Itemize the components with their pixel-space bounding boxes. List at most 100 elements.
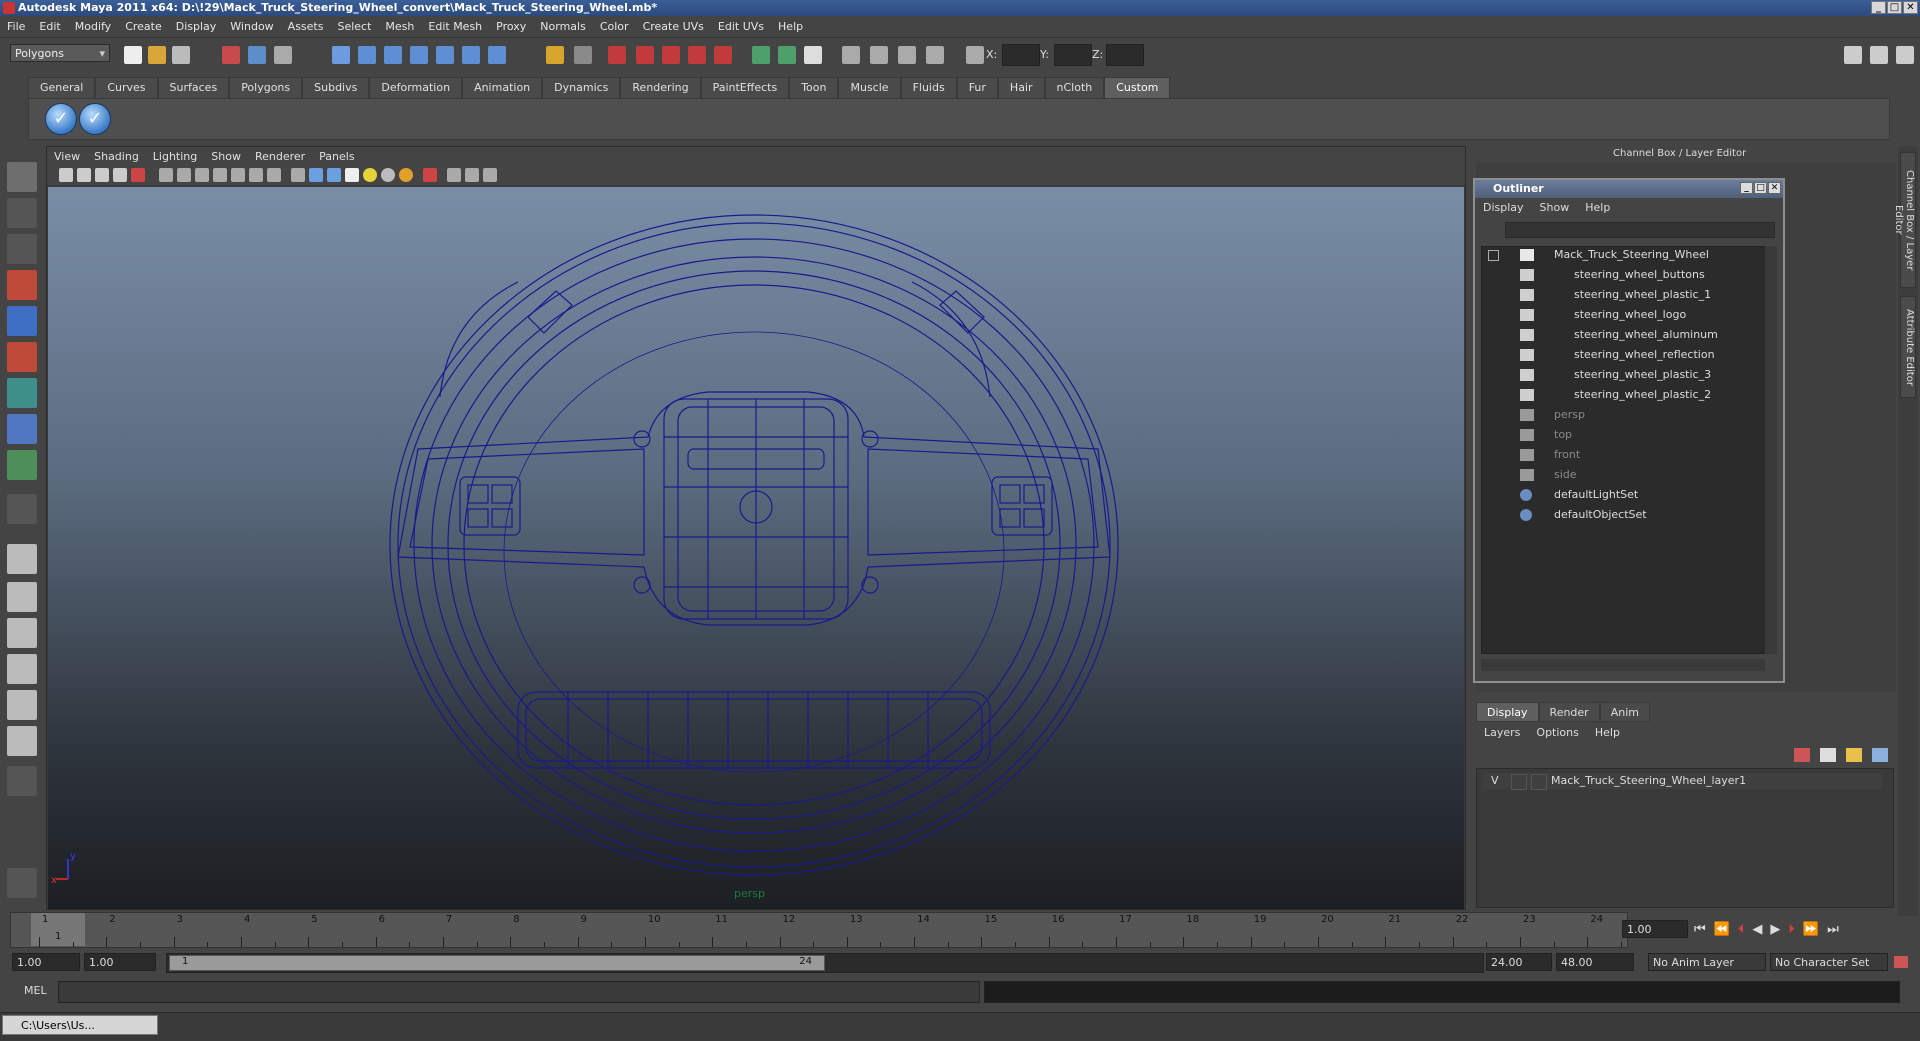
attribute-editor-icon[interactable]	[1870, 46, 1888, 64]
share-icon[interactable]	[483, 168, 497, 182]
hypershade-layout-icon[interactable]	[7, 690, 37, 720]
new-layer-icon[interactable]	[1794, 748, 1810, 762]
wireframe-on-shaded-icon[interactable]	[327, 168, 341, 182]
tab-channel-box-layer-editor[interactable]: Channel Box / Layer Editor	[1893, 152, 1916, 288]
open-scene-icon[interactable]	[148, 46, 166, 64]
hypershade-icon[interactable]	[688, 46, 706, 64]
tab-polygons[interactable]: Polygons	[229, 77, 303, 99]
layer-menu-help[interactable]: Help	[1587, 724, 1628, 742]
camera-attributes-icon[interactable]	[77, 168, 91, 182]
tab-rendering[interactable]: Rendering	[620, 77, 701, 99]
single-perspective-layout-icon[interactable]	[7, 544, 37, 574]
tab-curves[interactable]: Curves	[95, 77, 158, 99]
two-d-pan-zoom-icon[interactable]	[131, 168, 145, 182]
tab-animation[interactable]: Animation	[462, 77, 543, 99]
viewport-menu-view[interactable]: View	[47, 150, 87, 163]
command-input[interactable]	[58, 981, 980, 1003]
menu-window[interactable]: Window	[223, 20, 280, 33]
menu-edit[interactable]: Edit	[32, 20, 67, 33]
menu-create[interactable]: Create	[118, 20, 169, 33]
render-icon[interactable]	[608, 46, 626, 64]
perspective-scene[interactable]: x y persp	[48, 187, 1464, 909]
last-tool-icon[interactable]	[7, 450, 37, 480]
select-object-icon[interactable]	[248, 46, 266, 64]
tab-painteffects[interactable]: PaintEffects	[700, 77, 790, 99]
tab-subdivs[interactable]: Subdivs	[302, 77, 370, 99]
outliner-horizontal-scrollbar[interactable]	[1481, 659, 1765, 671]
tab-render[interactable]: Render	[1538, 702, 1600, 722]
save-scene-icon[interactable]	[172, 46, 190, 64]
select-component-icon[interactable]	[274, 46, 292, 64]
check-icon[interactable]: ✓	[45, 103, 77, 135]
select-tool-icon[interactable]	[7, 162, 37, 192]
auto-key-icon[interactable]	[1894, 956, 1908, 968]
paint-select-tool-icon[interactable]	[7, 234, 37, 264]
anim-layer-dropdown[interactable]: No Anim Layer	[1648, 953, 1766, 971]
menu-set-dropdown[interactable]: Polygons	[10, 44, 110, 63]
outliner-title-bar[interactable]: Outliner _ □ ✕	[1475, 180, 1783, 198]
question-icon[interactable]	[488, 46, 506, 64]
snap-point-icon[interactable]	[384, 46, 402, 64]
go-to-end-icon[interactable]: ⏭	[1827, 922, 1839, 937]
menu-edit-uvs[interactable]: Edit UVs	[711, 20, 771, 33]
lock-icon[interactable]	[546, 46, 564, 64]
new-scene-icon[interactable]	[124, 46, 142, 64]
persp-graph-layout-icon[interactable]	[7, 654, 37, 684]
viewport-menu-show[interactable]: Show	[204, 150, 248, 163]
layer-menu-layers[interactable]: Layers	[1476, 724, 1528, 742]
viewport-menu-renderer[interactable]: Renderer	[248, 150, 312, 163]
step-forward-key-icon[interactable]: ⏩	[1803, 922, 1819, 937]
y-field[interactable]	[1054, 44, 1092, 66]
snap-view-icon[interactable]	[462, 46, 480, 64]
gate-mask-icon[interactable]	[213, 168, 227, 182]
tab-toon[interactable]: Toon	[789, 77, 839, 99]
viewport-menu-lighting[interactable]: Lighting	[146, 150, 204, 163]
play-backwards-icon[interactable]: ◀	[1752, 922, 1762, 937]
safe-action-icon[interactable]	[249, 168, 263, 182]
empty-tool-slot[interactable]	[7, 494, 37, 524]
maximize-button[interactable]: □	[1887, 1, 1902, 14]
tab-anim[interactable]: Anim	[1599, 702, 1650, 722]
resolution-gate-icon[interactable]	[195, 168, 209, 182]
outliner-menu-help[interactable]: Help	[1577, 200, 1618, 216]
tab-custom[interactable]: Custom	[1104, 77, 1171, 99]
safe-title-icon[interactable]	[267, 168, 281, 182]
smooth-shade-icon[interactable]	[309, 168, 323, 182]
time-slider[interactable]: 1 1 2 3 4 5 6 7 8 9 10 11 12 13 14 15 16 17 18 19 20 21 22 23 2…	[10, 912, 1628, 948]
isolate-select-icon[interactable]	[423, 168, 437, 182]
select-camera-icon[interactable]	[59, 168, 73, 182]
xray-joints-icon[interactable]	[465, 168, 479, 182]
go-to-start-icon[interactable]: ⏮	[1694, 922, 1706, 937]
end-time-field[interactable]: 48.00	[1556, 953, 1634, 971]
playback-end-field[interactable]: 24.00	[1486, 953, 1552, 971]
minimized-window-button[interactable]: C:\Users\Us...	[2, 1015, 158, 1035]
scale-tool-icon[interactable]	[7, 342, 37, 372]
bookmarks-icon[interactable]	[95, 168, 109, 182]
menu-help[interactable]: Help	[771, 20, 810, 33]
layout-menu-icon[interactable]	[7, 766, 37, 796]
textured-icon[interactable]	[345, 168, 359, 182]
transform-icon[interactable]	[778, 46, 796, 64]
menu-color[interactable]: Color	[593, 20, 636, 33]
range-slider-handle[interactable]: 1 24	[169, 955, 825, 971]
outliner-maximize-button[interactable]: □	[1754, 182, 1767, 194]
menu-edit-mesh[interactable]: Edit Mesh	[421, 20, 489, 33]
menu-assets[interactable]: Assets	[281, 20, 331, 33]
layer-color-swatch[interactable]	[1531, 774, 1547, 790]
tab-hair[interactable]: Hair	[997, 77, 1045, 99]
layer-menu-options[interactable]: Options	[1528, 724, 1586, 742]
tab-muscle[interactable]: Muscle	[838, 77, 901, 99]
minimize-button[interactable]: _	[1871, 1, 1886, 14]
move-selection-up-icon[interactable]	[1846, 748, 1862, 762]
manipulator-tool-icon[interactable]	[7, 378, 37, 408]
layer-type-toggle[interactable]	[1511, 774, 1527, 790]
outliner-menu-show[interactable]: Show	[1532, 200, 1578, 216]
current-time-field[interactable]: 1.00	[1622, 920, 1688, 938]
tab-fur[interactable]: Fur	[956, 77, 998, 99]
bookmark-icon[interactable]	[898, 46, 916, 64]
outliner-filter-field[interactable]	[1505, 222, 1775, 238]
snap-curve-icon[interactable]	[358, 46, 376, 64]
menu-modify[interactable]: Modify	[68, 20, 118, 33]
tab-deformation[interactable]: Deformation	[369, 77, 463, 99]
tab-general[interactable]: General	[28, 77, 96, 99]
